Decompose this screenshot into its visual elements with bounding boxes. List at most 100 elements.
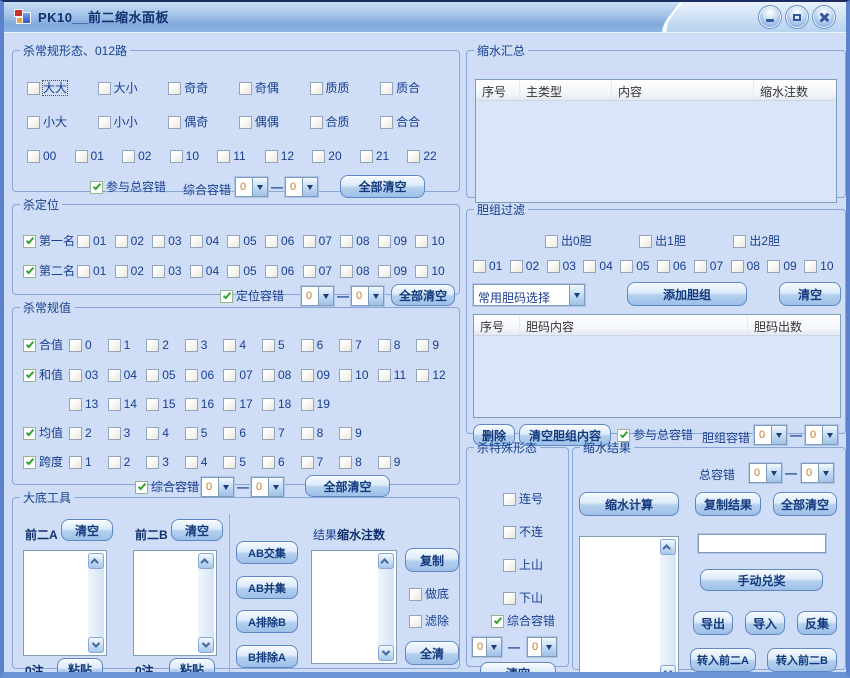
checkbox-9[interactable]: 9 <box>378 455 417 469</box>
checkbox-04[interactable]: 04 <box>190 234 228 248</box>
checkbox-first-place[interactable]: 第一名 <box>23 234 75 248</box>
column-header-content[interactable]: 内容 <box>612 80 754 100</box>
clear-all-result-button[interactable]: 全部清空 <box>773 492 837 516</box>
checkbox-10[interactable]: 10 <box>415 234 453 248</box>
checkbox-03[interactable]: 03 <box>152 264 190 278</box>
combo-dropdown-button[interactable] <box>569 285 584 305</box>
checkbox-3[interactable]: 3 <box>146 455 185 469</box>
checkbox-20[interactable]: 20 <box>312 149 360 163</box>
checkbox-1[interactable]: 1 <box>69 455 108 469</box>
checkbox-04[interactable]: 04 <box>108 368 147 382</box>
scroll-up-button[interactable] <box>198 553 214 569</box>
checkbox-07[interactable]: 07 <box>303 234 341 248</box>
checkbox-4[interactable]: 4 <box>185 455 224 469</box>
list-a-textarea[interactable] <box>23 550 107 656</box>
clear-all-tools-button[interactable]: 全清 <box>405 641 459 665</box>
checkbox-05[interactable]: 05 <box>620 259 657 273</box>
checkbox-00[interactable]: 00 <box>27 149 75 163</box>
checkbox-09[interactable]: 09 <box>301 368 340 382</box>
checkbox-01[interactable]: 01 <box>77 264 115 278</box>
paste-b-button[interactable]: 粘贴 <box>169 658 215 678</box>
import-button[interactable]: 导入 <box>745 611 785 635</box>
checkbox-03[interactable]: 03 <box>152 234 190 248</box>
checkbox-08[interactable]: 08 <box>340 264 378 278</box>
manual-prize-check-button[interactable]: 手动兑奖 <box>700 569 823 591</box>
paste-a-button[interactable]: 粘贴 <box>57 658 103 678</box>
checkbox-奇偶[interactable]: 奇偶 <box>239 81 310 95</box>
checkbox-13[interactable]: 13 <box>69 397 108 411</box>
checkbox-special-tolerance[interactable]: 综合容错 <box>491 614 555 628</box>
checkbox-上山[interactable]: 上山 <box>503 558 543 572</box>
checkbox-小小[interactable]: 小小 <box>98 115 169 129</box>
combo-dropdown-button[interactable] <box>252 178 267 196</box>
b-minus-a-button[interactable]: B排除A <box>236 645 298 668</box>
checkbox-01[interactable]: 01 <box>75 149 123 163</box>
checkbox-06[interactable]: 06 <box>265 264 303 278</box>
checkbox-9[interactable]: 9 <box>339 426 378 440</box>
checkbox-05[interactable]: 05 <box>146 368 185 382</box>
checkbox-06[interactable]: 06 <box>265 234 303 248</box>
checkbox-filter-out[interactable]: 滤除 <box>409 614 449 628</box>
checkbox-10[interactable]: 10 <box>415 264 453 278</box>
checkbox-09[interactable]: 09 <box>378 264 416 278</box>
clear-special-button[interactable]: 清空 <box>480 662 556 678</box>
column-header-index[interactable]: 序号 <box>474 315 520 335</box>
checkbox-2[interactable]: 2 <box>146 338 185 352</box>
checkbox-连号[interactable]: 连号 <box>503 492 543 506</box>
clear-b-button[interactable]: 清空 <box>171 519 223 541</box>
copy-result-button[interactable]: 复制结果 <box>695 492 761 516</box>
checkbox-sum-value[interactable]: 和值 <box>23 368 63 382</box>
checkbox-5[interactable]: 5 <box>262 338 301 352</box>
checkbox-11[interactable]: 11 <box>378 368 417 382</box>
transfer-to-a-button[interactable]: 转入前二A <box>690 648 756 672</box>
checkbox-07[interactable]: 07 <box>303 264 341 278</box>
checkbox-sum-digit[interactable]: 合值 <box>23 338 63 352</box>
checkbox-08[interactable]: 08 <box>731 259 768 273</box>
copy-result-button[interactable]: 复制 <box>405 548 459 572</box>
scroll-up-button[interactable] <box>88 553 104 569</box>
result-textarea[interactable] <box>311 550 397 664</box>
checkbox-8[interactable]: 8 <box>339 455 378 469</box>
checkbox-08[interactable]: 08 <box>340 234 378 248</box>
checkbox-04[interactable]: 04 <box>190 264 228 278</box>
checkbox-8[interactable]: 8 <box>378 338 417 352</box>
list-a-scrollbar[interactable] <box>88 553 104 653</box>
checkbox-出0胆[interactable]: 出0胆 <box>545 234 592 248</box>
clear-all-patterns-button[interactable]: 全部清空 <box>340 175 425 198</box>
scroll-down-button[interactable] <box>198 637 214 653</box>
checkbox-03[interactable]: 03 <box>547 259 584 273</box>
column-header-content[interactable]: 胆码内容 <box>520 315 748 335</box>
checkbox-make-base[interactable]: 做底 <box>409 587 449 601</box>
column-header-index[interactable]: 序号 <box>476 80 520 100</box>
checkbox-12[interactable]: 12 <box>265 149 313 163</box>
scroll-up-button[interactable] <box>378 553 394 569</box>
checkbox-7[interactable]: 7 <box>339 338 378 352</box>
checkbox-不连[interactable]: 不连 <box>503 525 543 539</box>
shrink-result-scrollbar[interactable] <box>660 539 676 678</box>
checkbox-合质[interactable]: 合质 <box>310 115 381 129</box>
checkbox-06[interactable]: 06 <box>185 368 224 382</box>
combo-dropdown-button[interactable] <box>486 638 501 656</box>
checkbox-09[interactable]: 09 <box>378 234 416 248</box>
shrink-calc-button[interactable]: 缩水计算 <box>579 492 679 516</box>
column-header-type[interactable]: 主类型 <box>520 80 612 100</box>
combo-dropdown-button[interactable] <box>766 464 781 482</box>
checkbox-mean-value[interactable]: 均值 <box>23 426 63 440</box>
combo-dropdown-button[interactable] <box>818 464 833 482</box>
checkbox-16[interactable]: 16 <box>185 397 224 411</box>
checkbox-6[interactable]: 6 <box>223 426 262 440</box>
common-dan-select[interactable]: 常用胆码选择 <box>473 284 585 306</box>
column-header-count[interactable]: 胆码出数 <box>748 315 840 335</box>
checkbox-10[interactable]: 10 <box>804 259 841 273</box>
checkbox-小大[interactable]: 小大 <box>27 115 98 129</box>
checkbox-奇奇[interactable]: 奇奇 <box>168 81 239 95</box>
combo-dropdown-button[interactable] <box>541 638 556 656</box>
scroll-down-button[interactable] <box>378 645 394 661</box>
checkbox-02[interactable]: 02 <box>122 149 170 163</box>
title-bar[interactable]: PK10__前二缩水面板 <box>4 2 846 33</box>
clear-dan-button[interactable]: 清空 <box>779 282 841 306</box>
checkbox-8[interactable]: 8 <box>301 426 340 440</box>
checkbox-second-place[interactable]: 第二名 <box>23 264 75 278</box>
scroll-down-button[interactable] <box>660 665 676 678</box>
checkbox-17[interactable]: 17 <box>223 397 262 411</box>
